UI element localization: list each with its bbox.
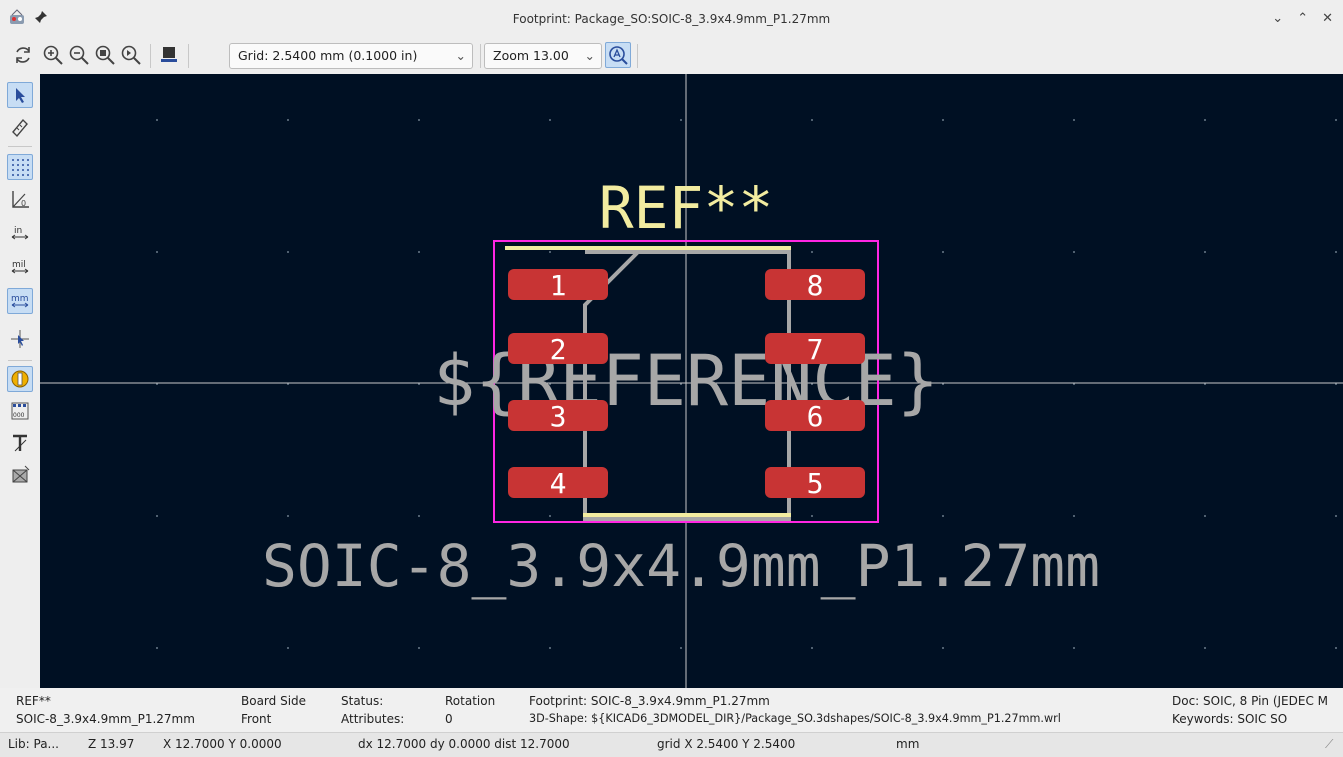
minimize-button[interactable]: ⌄: [1272, 11, 1283, 26]
grid-dots-icon[interactable]: [7, 154, 33, 180]
graphics-outline-icon[interactable]: [7, 462, 33, 488]
measure-ruler-icon[interactable]: [7, 114, 33, 140]
zoom-in-icon[interactable]: [40, 42, 66, 68]
board-setup-icon[interactable]: [156, 42, 182, 68]
svg-text:mil: mil: [12, 260, 26, 270]
left-toolbar: 0 in mil mm 000: [0, 74, 40, 688]
zoom-select[interactable]: Zoom 13.00 ⌄: [484, 43, 602, 69]
info-ref: REF**: [16, 694, 51, 708]
svg-text:mm: mm: [11, 294, 29, 304]
zoom-select-label: Zoom 13.00: [493, 48, 569, 63]
window-title: Footprint: Package_SO:SOIC-8_3.9x4.9mm_P…: [512, 12, 831, 26]
board-side-value: Front: [241, 712, 272, 726]
pad-number-3: 3: [550, 400, 567, 433]
zoom-to-objects-icon[interactable]: [118, 42, 144, 68]
svg-text:000: 000: [13, 412, 25, 419]
maximize-button[interactable]: ⌃: [1297, 11, 1308, 26]
pad-number-8: 8: [807, 269, 824, 302]
zoom-auto-icon[interactable]: [605, 42, 631, 68]
reference-text[interactable]: REF**: [599, 174, 774, 242]
value-text[interactable]: SOIC-8_3.9x4.9mm_P1.27mm: [262, 532, 1100, 600]
status-zoom: Z 13.97: [88, 737, 135, 751]
status-bar: Lib: Pa... Z 13.97 X 12.7000 Y 0.0000 dx…: [0, 732, 1343, 757]
zoom-fit-icon[interactable]: [92, 42, 118, 68]
footprint-canvas[interactable]: ${REFERENCE} 12345678 REF** SOIC-8_3.9x4…: [40, 74, 1343, 688]
shape3d-info: 3D-Shape: ${KICAD6_3DMODEL_DIR}/Package_…: [529, 712, 1061, 725]
pad-number-7: 7: [807, 333, 824, 366]
pad-number-2: 2: [550, 333, 567, 366]
chevron-down-icon: ⌄: [455, 48, 466, 63]
close-button[interactable]: ✕: [1322, 11, 1333, 26]
status-cursor-xy: X 12.7000 Y 0.0000: [163, 737, 282, 751]
footprint-info: Footprint: SOIC-8_3.9x4.9mm_P1.27mm: [529, 694, 770, 708]
pad-number-6: 6: [807, 400, 824, 433]
attributes-label: Attributes:: [341, 712, 405, 726]
units-mm-icon[interactable]: mm: [7, 288, 33, 314]
resize-grip-icon[interactable]: ⟋: [1325, 737, 1333, 752]
info-name: SOIC-8_3.9x4.9mm_P1.27mm: [16, 712, 195, 726]
pad-numbers-icon[interactable]: 000: [7, 398, 33, 424]
text-sketch-icon[interactable]: [7, 430, 33, 456]
board-side-label: Board Side: [241, 694, 307, 708]
status-grid: grid X 2.5400 Y 2.5400: [657, 737, 796, 751]
status-delta: dx 12.7000 dy 0.0000 dist 12.7000: [358, 737, 570, 751]
title-bar: Footprint: Package_SO:SOIC-8_3.9x4.9mm_P…: [0, 0, 1343, 38]
refresh-icon[interactable]: [10, 42, 36, 68]
top-toolbar: Grid: 2.5400 mm (0.1000 in) ⌄ Zoom 13.00…: [0, 38, 1343, 75]
pad-number-1: 1: [550, 269, 567, 302]
status-units: mm: [896, 737, 920, 751]
pad-number-5: 5: [807, 467, 824, 500]
svg-text:0: 0: [21, 199, 26, 208]
polar-coords-icon[interactable]: 0: [7, 186, 33, 212]
rotation-label: Rotation: [445, 694, 496, 708]
grid-select[interactable]: Grid: 2.5400 mm (0.1000 in) ⌄: [229, 43, 473, 69]
grid-select-label: Grid: 2.5400 mm (0.1000 in): [238, 48, 418, 63]
cursor-crosshair-icon[interactable]: [7, 326, 33, 352]
doc-info: Doc: SOIC, 8 Pin (JEDEC M: [1172, 694, 1328, 708]
pad-sketch-icon[interactable]: [7, 366, 33, 392]
keywords-info: Keywords: SOIC SO: [1172, 712, 1288, 726]
pad-number-4: 4: [550, 467, 567, 500]
rotation-value: 0: [445, 712, 453, 726]
board-view[interactable]: ${REFERENCE} 1234 5678 REF** SOIC-8_3.9x4…: [40, 74, 1343, 688]
units-mil-icon[interactable]: mil: [7, 254, 33, 280]
zoom-out-icon[interactable]: [66, 42, 92, 68]
chevron-down-icon: ⌄: [584, 48, 595, 63]
status-label: Status:: [341, 694, 384, 708]
svg-text:in: in: [14, 226, 22, 236]
units-inch-icon[interactable]: in: [7, 220, 33, 246]
status-lib: Lib: Pa...: [8, 737, 59, 751]
select-arrow-icon[interactable]: [7, 82, 33, 108]
